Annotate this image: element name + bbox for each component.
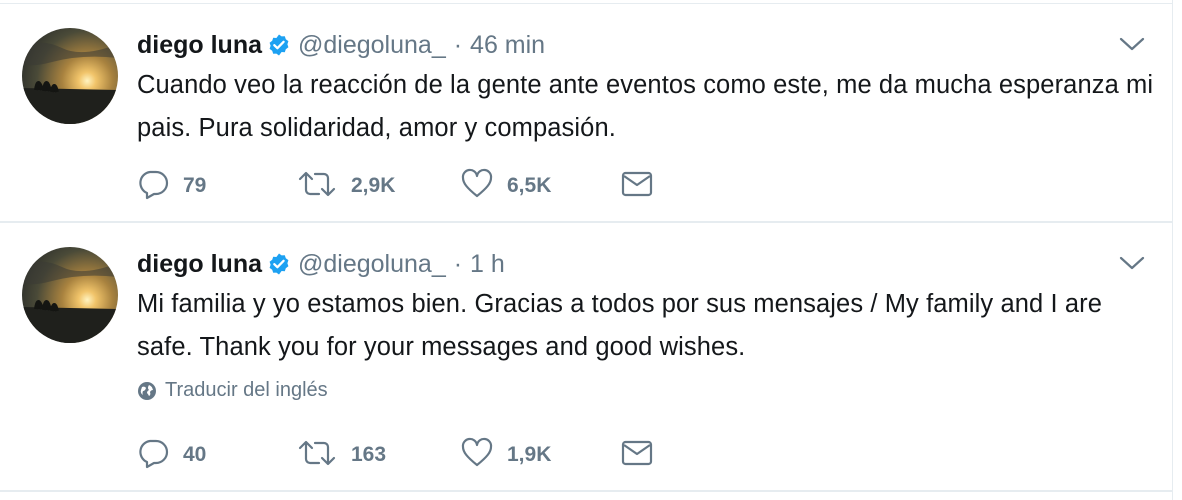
heart-icon (461, 437, 493, 474)
globe-icon (138, 381, 156, 400)
translate-link[interactable]: Traducir del inglés (137, 379, 328, 402)
translate-label[interactable]: Traducir del inglés (165, 379, 328, 402)
tweet-timestamp[interactable]: 46 min (470, 31, 545, 60)
reply-icon (137, 437, 169, 474)
author-name[interactable]: diego luna (137, 31, 262, 60)
like-button[interactable]: 6,5K (461, 168, 551, 204)
divider (1172, 0, 1173, 500)
reply-count: 79 (183, 174, 207, 197)
avatar[interactable] (22, 28, 118, 124)
author-name[interactable]: diego luna (137, 250, 262, 279)
like-count: 1,9K (507, 443, 552, 466)
author-handle[interactable]: @diegoluna_ (298, 31, 446, 60)
timeline: diego luna @diegoluna_ · 46 min Cuando v… (0, 0, 1182, 500)
retweet-icon (297, 168, 337, 205)
verified-badge-icon (267, 33, 291, 57)
retweet-count: 163 (351, 443, 387, 466)
reply-button[interactable]: 79 (137, 168, 206, 204)
like-count: 6,5K (507, 174, 552, 197)
retweet-icon (297, 437, 337, 474)
separator-dot: · (453, 249, 463, 278)
tweet-actions: 79 2,9K 6,5K (137, 168, 677, 204)
retweet-button[interactable]: 163 (297, 437, 386, 473)
retweet-button[interactable]: 2,9K (297, 168, 395, 204)
tweet-timestamp[interactable]: 1 h (470, 250, 505, 279)
envelope-icon (621, 439, 653, 472)
reply-button[interactable]: 40 (137, 437, 206, 473)
direct-message-button[interactable] (621, 168, 653, 204)
retweet-count: 2,9K (351, 174, 396, 197)
tweet-text: Mi familia y yo estamos bien. Gracias a … (137, 290, 1103, 361)
tweet-header: diego luna @diegoluna_ · 1 h (137, 247, 505, 281)
envelope-icon (621, 170, 653, 203)
direct-message-button[interactable] (621, 437, 653, 473)
chevron-down-icon[interactable] (1118, 253, 1146, 273)
tweet[interactable]: diego luna @diegoluna_ · 46 min Cuando v… (0, 4, 1172, 223)
reply-count: 40 (183, 443, 207, 466)
reply-icon (137, 168, 169, 205)
avatar[interactable] (22, 247, 118, 343)
heart-icon (461, 168, 493, 205)
like-button[interactable]: 1,9K (461, 437, 551, 473)
chevron-down-icon[interactable] (1118, 34, 1146, 54)
tweet-text: Cuando veo la reacción de la gente ante … (137, 71, 1154, 142)
verified-badge-icon (267, 252, 291, 276)
tweet-header: diego luna @diegoluna_ · 46 min (137, 28, 545, 62)
author-handle[interactable]: @diegoluna_ (298, 250, 446, 279)
tweet[interactable]: diego luna @diegoluna_ · 1 h Mi familia … (0, 223, 1172, 492)
tweet-actions: 40 163 1,9K (137, 437, 677, 473)
separator-dot: · (453, 30, 463, 59)
